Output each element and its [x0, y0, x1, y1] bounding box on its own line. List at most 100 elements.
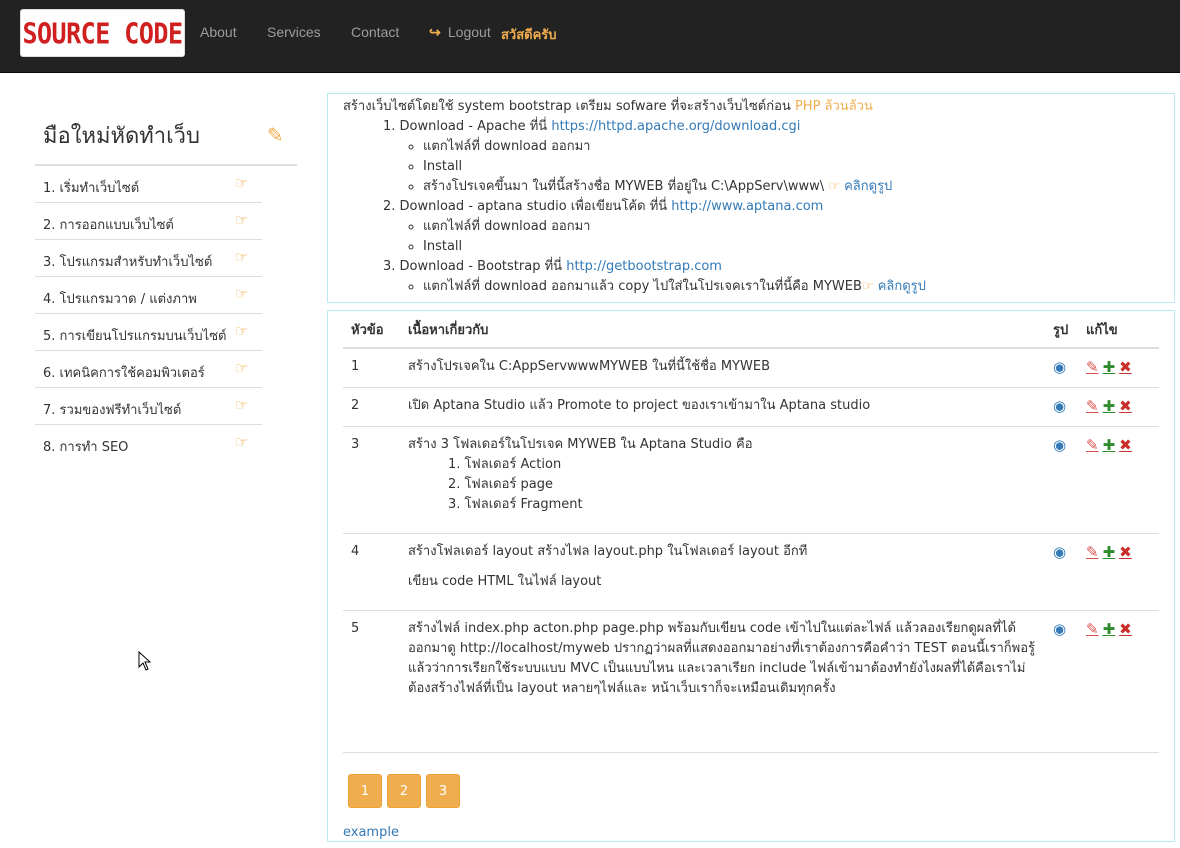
header-picture: รูป	[1045, 311, 1078, 349]
page-button-3[interactable]: 3	[426, 774, 460, 808]
bootstrap-link[interactable]: http://getbootstrap.com	[566, 259, 722, 274]
sidebar-item-label: 8. การทำ SEO	[43, 440, 129, 455]
hand-pointer-icon: ☞	[235, 211, 249, 229]
nav-contact[interactable]: Contact	[351, 24, 399, 40]
eye-icon[interactable]: ◉	[1053, 436, 1066, 454]
view-picture-button[interactable]: ☞ คลิกดูรูป	[828, 179, 892, 194]
row-number: 2	[343, 387, 400, 427]
php-highlight: PHP ล้วนล้วน	[794, 99, 873, 114]
row-content: สร้างโฟลเดอร์ layout สร้างไฟล layout.php…	[400, 533, 1045, 611]
hand-pointer-icon: ☞	[828, 179, 840, 194]
sidebar-item-5[interactable]: 5. การเขียนโปรแกรมบนเว็บไซต์ ☞	[35, 314, 262, 351]
intro-steps: 1. Download - Apache ที่นี่ https://http…	[343, 117, 1159, 297]
list-item: 1. โฟลเดอร์ Action	[448, 457, 562, 472]
edit-icon[interactable]: ✎	[1086, 436, 1099, 454]
sidebar-item-label: 6. เทคนิคการใช้คอมพิวเตอร์	[43, 366, 205, 381]
eye-icon[interactable]: ◉	[1053, 397, 1066, 415]
nav-services[interactable]: Services	[267, 24, 321, 40]
example-link[interactable]: example	[343, 825, 399, 840]
delete-icon[interactable]: ✖	[1119, 543, 1132, 561]
table-row: 2 เปิด Aptana Studio แล้ว Promote to pro…	[343, 387, 1159, 427]
row-number: 5	[343, 610, 400, 756]
sidebar-item-8[interactable]: 8. การทำ SEO ☞	[35, 425, 262, 462]
intro-lead: สร้างเว็บไซต์โดยใช้ system bootstrap เตร…	[343, 99, 873, 114]
eye-icon[interactable]: ◉	[1053, 358, 1066, 376]
brand-text: SOURCE CODE	[22, 16, 183, 50]
list-item: สร้างโปรเจคขึ้นมา ในที่นี้สร้างชื่อ MYWE…	[423, 177, 1159, 197]
page-button-1[interactable]: 1	[348, 774, 382, 808]
table-row: 4 สร้างโฟลเดอร์ layout สร้างไฟล layout.p…	[343, 533, 1159, 611]
list-item: แตกไฟล์ที่ download ออกมา	[423, 217, 1159, 237]
hand-pointer-icon: ☞	[235, 359, 249, 377]
delete-icon[interactable]: ✖	[1119, 397, 1132, 415]
header-edit: แก้ไข	[1078, 311, 1159, 349]
edit-icon[interactable]: ✎	[1086, 358, 1099, 376]
step-2: 2. Download - aptana studio เพื่อเขียนโค…	[383, 199, 824, 214]
sidebar-item-label: 2. การออกแบบเว็บไซต์	[43, 218, 174, 233]
pagination: 1 2 3	[348, 774, 460, 808]
view-picture-button[interactable]: ☞ คลิกดูรูป	[862, 279, 926, 294]
plus-icon[interactable]: ✚	[1103, 358, 1116, 376]
step-2-bullets: แตกไฟล์ที่ download ออกมา Install	[383, 217, 1159, 257]
sidebar-item-label: 7. รวมของฟรีทำเว็บไซต์	[43, 403, 182, 418]
step-1-bullets: แตกไฟล์ที่ download ออกมา Install สร้างโ…	[383, 137, 1159, 197]
row-content: สร้างโปรเจคใน C:AppServwwwMYWEB ในที่นี้…	[400, 347, 1045, 388]
sidebar-item-7[interactable]: 7. รวมของฟรีทำเว็บไซต์ ☞	[35, 388, 262, 425]
sidebar-item-label: 5. การเขียนโปรแกรมบนเว็บไซต์	[43, 329, 227, 344]
sidebar-item-1[interactable]: 1. เริ่มทำเว็บไซต์ ☞	[35, 166, 262, 203]
hand-pointer-icon: ☞	[235, 285, 249, 303]
table-row: 1 สร้างโปรเจคใน C:AppServwwwMYWEB ในที่น…	[343, 347, 1159, 388]
edit-icon[interactable]: ✎	[1086, 543, 1099, 561]
eye-icon[interactable]: ◉	[1053, 543, 1066, 561]
table-row: 3 สร้าง 3 โฟลเดอร์ในโปรเจค MYWEB ใน Apta…	[343, 426, 1159, 534]
sidebar-item-2[interactable]: 2. การออกแบบเว็บไซต์ ☞	[35, 203, 262, 240]
table-end-divider	[343, 752, 1159, 753]
table-row: 5 สร้างไฟล์ index.php acton.php page.php…	[343, 610, 1159, 756]
nav-logout[interactable]: ↪ Logout	[429, 24, 491, 41]
aptana-link[interactable]: http://www.aptana.com	[671, 199, 823, 214]
apache-link[interactable]: https://httpd.apache.org/download.cgi	[551, 119, 800, 134]
sidebar-item-label: 4. โปรแกรมวาด / แต่งภาพ	[43, 292, 197, 307]
list-item: 3. โฟลเดอร์ Fragment	[448, 497, 583, 512]
edit-icon[interactable]: ✎	[1086, 620, 1099, 638]
hand-pointer-icon: ☞	[235, 248, 249, 266]
hand-pointer-icon: ☞	[235, 322, 249, 340]
sidebar-item-4[interactable]: 4. โปรแกรมวาด / แต่งภาพ ☞	[35, 277, 262, 314]
edit-icon[interactable]: ✎	[1086, 397, 1099, 415]
list-item: Install	[423, 237, 1159, 257]
sidebar-item-3[interactable]: 3. โปรแกรมสำหรับทำเว็บไซต์ ☞	[35, 240, 262, 277]
row-content: สร้าง 3 โฟลเดอร์ในโปรเจค MYWEB ใน Aptana…	[400, 426, 1045, 534]
plus-icon[interactable]: ✚	[1103, 620, 1116, 638]
pencil-icon[interactable]: ✎	[267, 123, 284, 147]
sidebar-menu: 1. เริ่มทำเว็บไซต์ ☞ 2. การออกแบบเว็บไซต์…	[35, 166, 262, 462]
row-number: 3	[343, 426, 400, 534]
delete-icon[interactable]: ✖	[1119, 436, 1132, 454]
sidebar-item-label: 3. โปรแกรมสำหรับทำเว็บไซต์	[43, 255, 213, 270]
hand-pointer-icon: ☞	[235, 433, 249, 451]
header-content: เนื้อหาเกี่ยวกับ	[400, 311, 1045, 349]
step-3-bullets: แตกไฟล์ที่ download ออกมาแล้ว copy ไปใส่…	[383, 277, 1159, 297]
plus-icon[interactable]: ✚	[1103, 436, 1116, 454]
eye-icon[interactable]: ◉	[1053, 620, 1066, 638]
greeting-text: สวัสดีครับ	[501, 28, 557, 43]
sidebar-title: มือใหม่หัดทำเว็บ	[43, 124, 200, 149]
brand-logo[interactable]: SOURCE CODE	[20, 9, 185, 57]
sidebar-item-6[interactable]: 6. เทคนิคการใช้คอมพิวเตอร์ ☞	[35, 351, 262, 388]
plus-icon[interactable]: ✚	[1103, 397, 1116, 415]
plus-icon[interactable]: ✚	[1103, 543, 1116, 561]
page-button-2[interactable]: 2	[387, 774, 421, 808]
row-content: เปิด Aptana Studio แล้ว Promote to proje…	[400, 387, 1045, 427]
sidebar-item-label: 1. เริ่มทำเว็บไซต์	[43, 181, 140, 196]
step-1: 1. Download - Apache ที่นี่ https://http…	[383, 119, 801, 134]
delete-icon[interactable]: ✖	[1119, 620, 1132, 638]
delete-icon[interactable]: ✖	[1119, 358, 1132, 376]
list-item: 2. โฟลเดอร์ page	[448, 477, 553, 492]
list-item: แตกไฟล์ที่ download ออกมาแล้ว copy ไปใส่…	[423, 277, 1159, 297]
list-item: Install	[423, 157, 1159, 177]
hand-pointer-icon: ☞	[235, 396, 249, 414]
topics-table: หัวข้อ เนื้อหาเกี่ยวกับ รูป แก้ไข 1 สร้า…	[343, 311, 1159, 756]
folder-list: 1. โฟลเดอร์ Action 2. โฟลเดอร์ page 3. โ…	[408, 455, 1037, 515]
topics-panel: หัวข้อ เนื้อหาเกี่ยวกับ รูป แก้ไข 1 สร้า…	[327, 310, 1175, 842]
nav-about[interactable]: About	[200, 24, 237, 40]
intro-panel: สร้างเว็บไซต์โดยใช้ system bootstrap เตร…	[327, 93, 1175, 303]
